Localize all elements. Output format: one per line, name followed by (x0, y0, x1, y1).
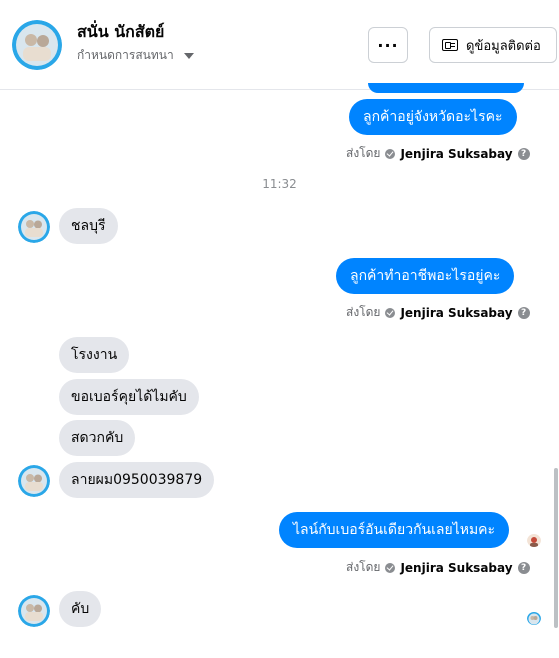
sender-avatar (18, 595, 50, 627)
seen-avatar (527, 611, 541, 625)
check-circle-icon (385, 307, 396, 318)
sent-by-prefix: ส่งโดย (346, 146, 381, 160)
scrollbar-thumb[interactable] (554, 468, 558, 628)
message-incoming[interactable]: สดวกคับ (59, 420, 136, 456)
message-incoming[interactable]: ขอเบอร์คุยได้ไมคับ (59, 379, 199, 415)
conversation-status-label: กำหนดการสนทนา (77, 48, 174, 62)
message-text: คับ (71, 601, 90, 617)
agent-name: Jenjira Suksabay (400, 305, 513, 320)
message-outgoing[interactable]: ลูกค้าทำอาชีพอะไรอยู่คะ (336, 258, 515, 294)
message-thread[interactable]: ลูกค้าอยู่จังหวัดอะไรคะ ส่งโดย Jenjira S… (0, 83, 559, 658)
sent-by-prefix: ส่งโดย (346, 305, 381, 319)
sent-by-prefix: ส่งโดย (346, 560, 381, 574)
help-circle-icon[interactable]: ? (517, 561, 530, 574)
conversation-status-dropdown[interactable]: กำหนดการสนทนา (77, 46, 194, 65)
message-text: ไลน์กับเบอร์อันเดียวกันเลยไหมคะ (293, 522, 496, 538)
contact-name: สนั่น นักสัตย์ (77, 22, 165, 41)
message-outgoing-partial[interactable] (368, 83, 524, 93)
contact-card-icon (442, 39, 458, 51)
time-separator: 11:32 (262, 177, 297, 191)
sender-avatar (18, 465, 50, 497)
message-outgoing[interactable]: ไลน์กับเบอร์อันเดียวกันเลยไหมคะ (279, 512, 510, 548)
more-options-button[interactable]: ··· (368, 27, 408, 63)
message-incoming[interactable]: คับ (59, 591, 102, 627)
message-text: สดวกคับ (71, 430, 124, 446)
view-contact-info-button[interactable]: ดูข้อมูลติดต่อ (429, 27, 557, 63)
message-text: ลูกค้าอยู่จังหวัดอะไรคะ (363, 109, 503, 125)
help-circle-icon[interactable]: ? (517, 306, 530, 319)
message-incoming[interactable]: ชลบุรี (59, 208, 118, 244)
help-circle-icon[interactable]: ? (517, 147, 530, 160)
message-incoming[interactable]: ลายผม0950039879 (59, 462, 215, 498)
message-text: ลูกค้าทำอาชีพอะไรอยู่คะ (350, 268, 501, 284)
message-outgoing[interactable]: ลูกค้าอยู่จังหวัดอะไรคะ (349, 99, 517, 135)
message-text: ขอเบอร์คุยได้ไมคับ (71, 389, 187, 405)
agent-name: Jenjira Suksabay (400, 560, 513, 575)
sent-by-label: ส่งโดย Jenjira Suksabay ? (346, 558, 530, 577)
conversation-header: สนั่น นักสัตย์ กำหนดการสนทนา ··· ดูข้อมู… (0, 0, 559, 90)
view-contact-info-label: ดูข้อมูลติดต่อ (466, 38, 541, 54)
sender-avatar (18, 211, 50, 243)
message-incoming[interactable]: โรงงาน (59, 337, 130, 373)
message-text: ลายผม0950039879 (71, 472, 203, 488)
contact-avatar[interactable] (12, 20, 62, 70)
sent-by-label: ส่งโดย Jenjira Suksabay ? (346, 303, 530, 322)
sent-by-label: ส่งโดย Jenjira Suksabay ? (346, 144, 530, 163)
seen-avatar (527, 533, 541, 547)
chevron-down-icon (183, 52, 194, 59)
more-dots-icon: ··· (377, 35, 399, 55)
message-text: โรงงาน (71, 347, 118, 363)
agent-name: Jenjira Suksabay (400, 146, 513, 161)
message-text: ชลบุรี (71, 218, 106, 234)
check-circle-icon (385, 148, 396, 159)
check-circle-icon (385, 562, 396, 573)
